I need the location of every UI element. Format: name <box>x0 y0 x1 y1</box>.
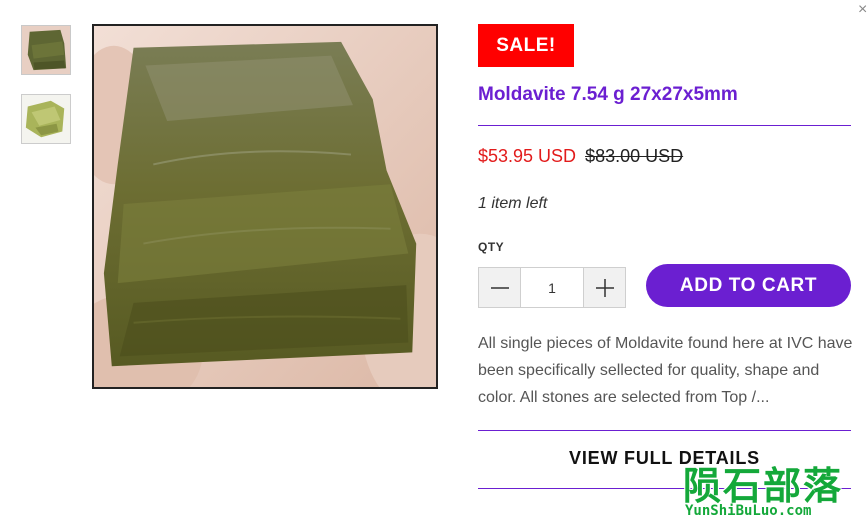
divider <box>478 430 851 431</box>
minus-icon <box>490 286 509 289</box>
decrease-qty-button[interactable] <box>479 268 521 307</box>
stock-status: 1 item left <box>478 195 548 212</box>
plus-icon <box>595 278 614 297</box>
quantity-input[interactable] <box>521 268 583 307</box>
moldavite-photo-icon <box>94 26 436 387</box>
watermark-chinese: 陨石部落 <box>683 464 844 508</box>
watermark-latin: YunShiBuLuo.com <box>685 503 812 519</box>
add-to-cart-button[interactable]: ADD TO CART <box>646 264 851 307</box>
quantity-stepper <box>478 267 626 308</box>
product-image[interactable] <box>92 24 438 389</box>
sale-price: $53.95 USD <box>478 146 577 166</box>
product-description: All single pieces of Moldavite found her… <box>478 335 853 406</box>
compare-price: $83.00 USD <box>585 146 684 166</box>
watermark: 陨石部落 YunShiBuLuo.com <box>683 455 858 525</box>
product-title: Moldavite 7.54 g 27x27x5mm <box>478 84 738 105</box>
thumbnail-1[interactable] <box>21 25 71 75</box>
thumbnail-2[interactable] <box>21 94 71 144</box>
qty-label: QTY <box>478 240 505 254</box>
price-block: $53.95 USD $83.00 USD <box>478 146 683 167</box>
divider <box>478 125 851 126</box>
sale-badge: SALE! <box>478 24 574 67</box>
close-icon[interactable]: × <box>858 2 867 18</box>
moldavite-thumbnail-icon <box>22 26 70 74</box>
moldavite-thumbnail-icon <box>22 95 70 143</box>
increase-qty-button[interactable] <box>583 268 625 307</box>
